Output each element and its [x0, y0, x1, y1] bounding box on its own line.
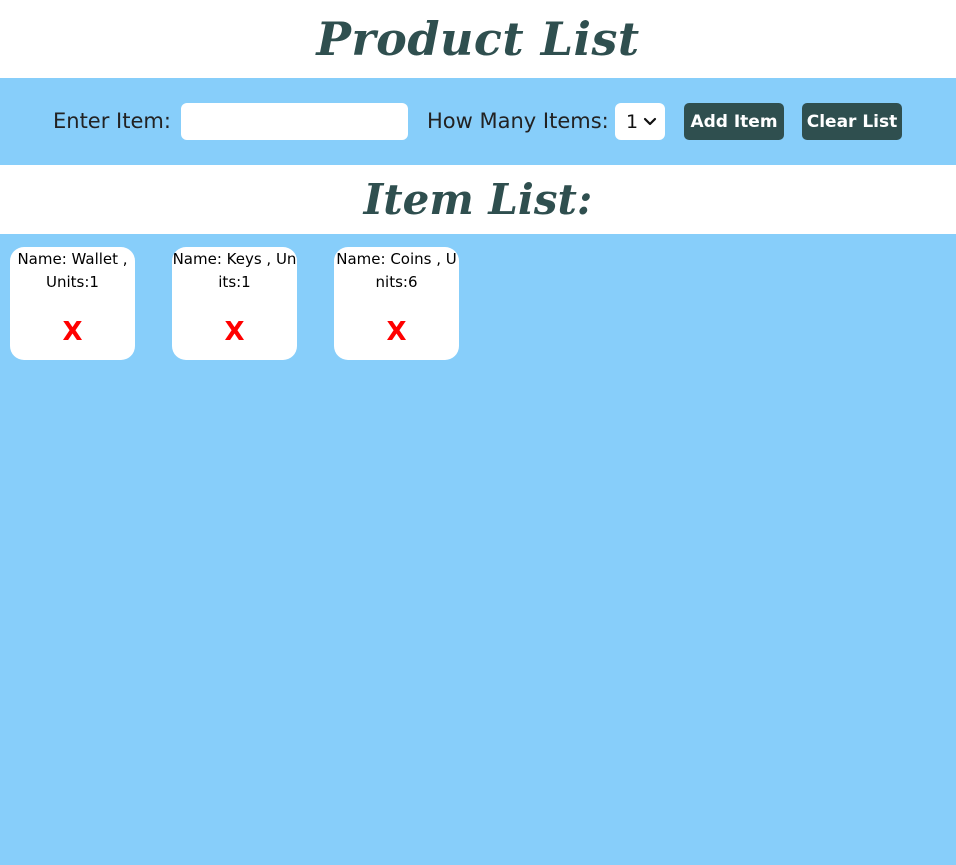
- item-card: Name: Wallet , Units:1 X: [10, 247, 135, 360]
- list-header: Item List:: [0, 165, 956, 234]
- item-card-text: Name: Coins , Units:6: [336, 250, 457, 291]
- delete-item-button[interactable]: X: [10, 317, 135, 347]
- add-item-button[interactable]: Add Item: [684, 103, 784, 140]
- quantity-value: 1: [626, 110, 639, 133]
- item-card: Name: Coins , Units:6 X: [334, 247, 459, 360]
- quantity-select[interactable]: 1: [615, 103, 665, 140]
- enter-item-label: Enter Item:: [53, 109, 171, 133]
- how-many-label: How Many Items:: [427, 109, 609, 133]
- header: Product List: [0, 0, 956, 78]
- clear-list-button[interactable]: Clear List: [802, 103, 902, 140]
- item-card-text: Name: Wallet , Units:1: [17, 250, 128, 291]
- delete-item-button[interactable]: X: [334, 317, 459, 347]
- page-title: Product List: [316, 12, 640, 66]
- delete-item-button[interactable]: X: [172, 317, 297, 347]
- item-card: Name: Keys , Units:1 X: [172, 247, 297, 360]
- chevron-down-icon: [643, 117, 657, 126]
- item-card-text: Name: Keys , Units:1: [172, 250, 297, 291]
- list-title: Item List:: [363, 175, 593, 224]
- item-input[interactable]: [181, 103, 408, 140]
- item-form: Enter Item: How Many Items: 1 Add Item C…: [0, 78, 956, 165]
